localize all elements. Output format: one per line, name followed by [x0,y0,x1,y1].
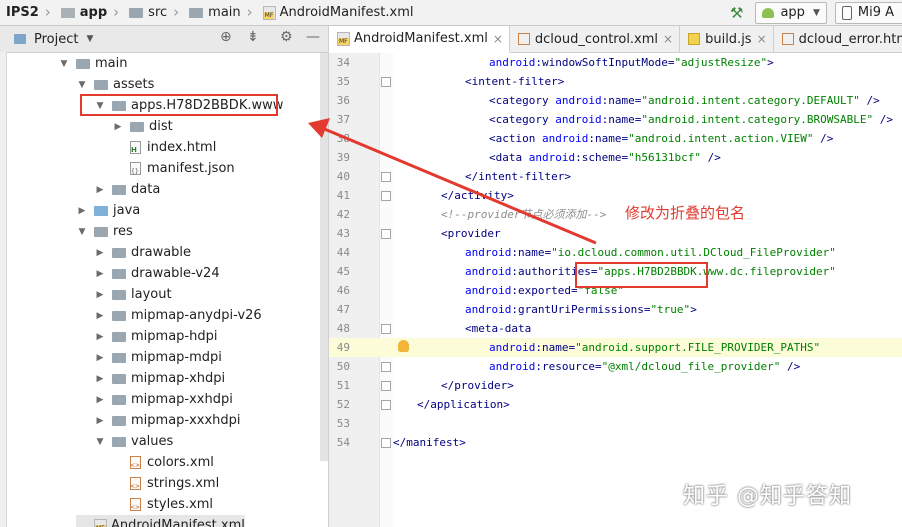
annotation-text: 修改为折叠的包名 [625,204,746,222]
annotation-arrow [308,118,597,245]
watermark: 知乎 @知乎答知 [683,484,852,509]
